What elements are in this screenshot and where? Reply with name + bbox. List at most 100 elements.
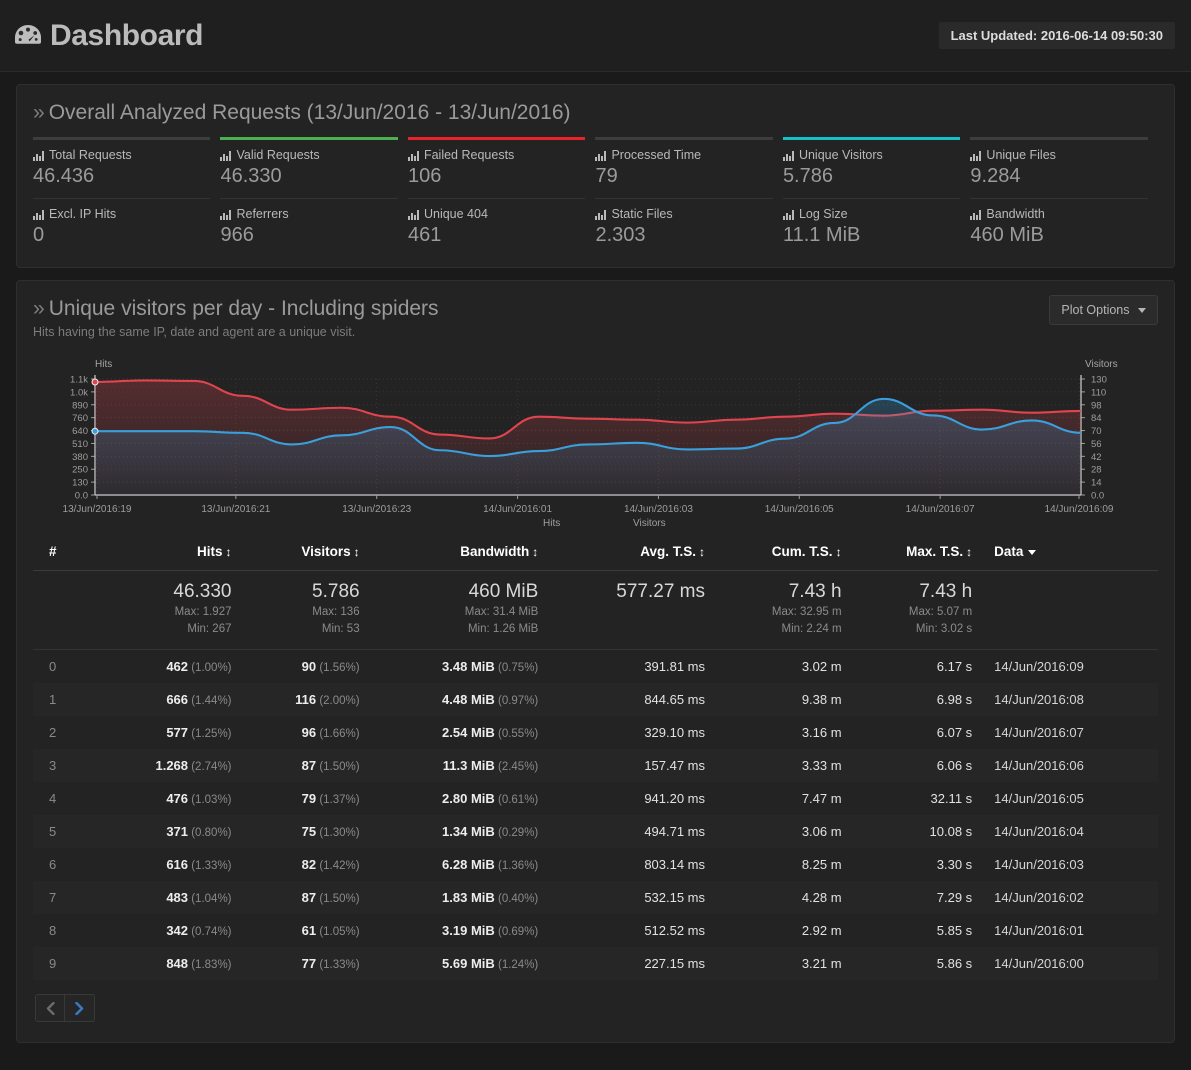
stat-card-inner: Log Size11.1 MiB [783, 198, 960, 257]
stat-label: Unique 404 [408, 207, 585, 221]
stat-label: Processed Time [595, 148, 772, 162]
row-cell-hits: 616 (1.33%) [93, 848, 240, 881]
sort-toggle-icon[interactable]: ↕ [354, 545, 360, 559]
column-header-avg-t-s[interactable]: Avg. T.S.↕ [546, 534, 713, 571]
row-bandwidth-value: 5.69 MiB [442, 956, 495, 971]
column-header-label: Avg. T.S. [640, 544, 696, 559]
stat-label-text: Referrers [236, 207, 288, 221]
svg-text:0.0: 0.0 [1091, 491, 1104, 502]
visitors-chart-svg[interactable]: HitsVisitors1.1k1301.0k11089098760846407… [33, 357, 1148, 532]
sort-toggle-icon[interactable]: ↕ [966, 545, 972, 559]
summary-row: 46.330Max: 1.927Min: 2675.786Max: 136Min… [33, 571, 1158, 650]
sort-toggle-icon[interactable]: ↕ [836, 545, 842, 559]
row-cell-cum-ts: 4.28 m [713, 881, 850, 914]
summary-cell-avg-ts: 577.27 ms [546, 571, 713, 650]
row-cell-cum-ts: 3.06 m [713, 815, 850, 848]
column-header-label: # [49, 544, 57, 559]
page-title: Dashboard [50, 21, 203, 51]
sort-toggle-icon[interactable]: ↕ [699, 545, 705, 559]
row-cell-data: 14/Jun/2016:09 [980, 650, 1158, 684]
svg-text:70: 70 [1091, 426, 1102, 437]
row-cell-avg-ts: 157.47 ms [546, 749, 713, 782]
row-hits-percent: (1.03%) [188, 794, 231, 806]
summary-min: Min: 53 [248, 621, 360, 638]
chevron-down-icon[interactable] [1028, 550, 1036, 555]
svg-text:28: 28 [1091, 465, 1102, 476]
row-cell-bandwidth: 4.48 MiB (0.97%) [368, 683, 547, 716]
row-visitors-value: 79 [302, 791, 316, 806]
stat-label: Bandwidth [970, 207, 1147, 221]
row-cell-visitors: 90 (1.56%) [240, 650, 368, 684]
row-cell-max-ts: 6.98 s [850, 683, 981, 716]
svg-text:14/Jun/2016:09: 14/Jun/2016:09 [1045, 504, 1114, 515]
stat-card-inner: Total Requests46.436 [33, 137, 210, 198]
table-row[interactable]: 1666 (1.44%)116 (2.00%)4.48 MiB (0.97%)8… [33, 683, 1158, 716]
column-header-label: Cum. T.S. [772, 544, 833, 559]
row-cell-avg-ts: 532.15 ms [546, 881, 713, 914]
table-row[interactable]: 8342 (0.74%)61 (1.05%)3.19 MiB (0.69%)51… [33, 914, 1158, 947]
row-cell-data: 14/Jun/2016:02 [980, 881, 1158, 914]
prev-page-button[interactable] [35, 994, 65, 1022]
overall-panel-title-text: Overall Analyzed Requests (13/Jun/2016 -… [49, 101, 571, 124]
row-cell-visitors: 87 (1.50%) [240, 749, 368, 782]
row-bandwidth-percent: (1.36%) [495, 860, 538, 872]
table-row[interactable]: 5371 (0.80%)75 (1.30%)1.34 MiB (0.29%)49… [33, 815, 1158, 848]
stat-card-inner: Static Files2.303 [595, 198, 772, 257]
table-row[interactable]: 7483 (1.04%)87 (1.50%)1.83 MiB (0.40%)53… [33, 881, 1158, 914]
chevron-down-icon [1138, 308, 1146, 313]
row-cell-cum-ts: 9.38 m [713, 683, 850, 716]
row-cell-visitors: 79 (1.37%) [240, 782, 368, 815]
column-header-label: Visitors [301, 544, 350, 559]
svg-text:14/Jun/2016:05: 14/Jun/2016:05 [765, 504, 834, 515]
row-cell-hits: 371 (0.80%) [93, 815, 240, 848]
stat-label-text: Excl. IP Hits [49, 207, 116, 221]
row-hits-value: 371 [166, 824, 188, 839]
column-header-: # [33, 534, 93, 571]
stat-card: Failed Requests106 [408, 137, 595, 198]
stat-card-inner: Unique Files9.284 [970, 137, 1147, 198]
unique-visitors-panel: »Unique visitors per day - Including spi… [16, 280, 1175, 1043]
row-cell-bandwidth: 2.54 MiB (0.55%) [368, 716, 547, 749]
stat-label: Total Requests [33, 148, 210, 162]
visitors-panel-title-text: Unique visitors per day - Including spid… [49, 297, 439, 320]
row-hits-value: 476 [166, 791, 188, 806]
table-row[interactable]: 31.268 (2.74%)87 (1.50%)11.3 MiB (2.45%)… [33, 749, 1158, 782]
row-cell-cum-ts: 8.25 m [713, 848, 850, 881]
column-header-label: Data [994, 544, 1023, 559]
row-cell-cum-ts: 2.92 m [713, 914, 850, 947]
row-bandwidth-percent: (0.75%) [495, 662, 538, 674]
next-page-button[interactable] [65, 994, 95, 1022]
table-row[interactable]: 4476 (1.03%)79 (1.37%)2.80 MiB (0.61%)94… [33, 782, 1158, 815]
visitors-chart[interactable]: HitsVisitors1.1k1301.0k11089098760846407… [33, 357, 1158, 532]
sort-toggle-icon[interactable]: ↕ [226, 545, 232, 559]
column-header-cum-t-s[interactable]: Cum. T.S.↕ [713, 534, 850, 571]
column-header-max-t-s[interactable]: Max. T.S.↕ [850, 534, 981, 571]
column-header-bandwidth[interactable]: Bandwidth↕ [368, 534, 547, 571]
row-hits-percent: (1.44%) [188, 695, 231, 707]
row-cell-hits: 666 (1.44%) [93, 683, 240, 716]
table-row[interactable]: 9848 (1.83%)77 (1.33%)5.69 MiB (1.24%)22… [33, 947, 1158, 980]
row-cell-max-ts: 6.17 s [850, 650, 981, 684]
table-row[interactable]: 6616 (1.33%)82 (1.42%)6.28 MiB (1.36%)80… [33, 848, 1158, 881]
bar-chart-icon [408, 150, 419, 160]
column-header-visitors[interactable]: Visitors ↕ [240, 534, 368, 571]
row-index-cell: 7 [33, 881, 93, 914]
visitors-panel-titles: »Unique visitors per day - Including spi… [33, 295, 1049, 343]
column-header-label: Hits [197, 544, 223, 559]
table-row[interactable]: 0462 (1.00%)90 (1.56%)3.48 MiB (0.75%)39… [33, 650, 1158, 684]
stat-label-text: Static Files [611, 207, 672, 221]
stat-card: Total Requests46.436 [33, 137, 220, 198]
column-header-hits[interactable]: Hits↕ [93, 534, 240, 571]
sort-toggle-icon[interactable]: ↕ [532, 545, 538, 559]
row-cell-max-ts: 6.07 s [850, 716, 981, 749]
row-visitors-value: 96 [302, 725, 316, 740]
stat-value: 461 [408, 224, 585, 247]
row-hits-percent: (0.80%) [188, 827, 231, 839]
row-visitors-percent: (2.00%) [316, 695, 359, 707]
summary-value: 5.786 [248, 580, 360, 604]
plot-options-button[interactable]: Plot Options [1049, 295, 1158, 325]
row-bandwidth-percent: (0.40%) [495, 893, 538, 905]
table-row[interactable]: 2577 (1.25%)96 (1.66%)2.54 MiB (0.55%)32… [33, 716, 1158, 749]
column-header-data[interactable]: Data [980, 534, 1158, 571]
column-header-label: Max. T.S. [906, 544, 963, 559]
